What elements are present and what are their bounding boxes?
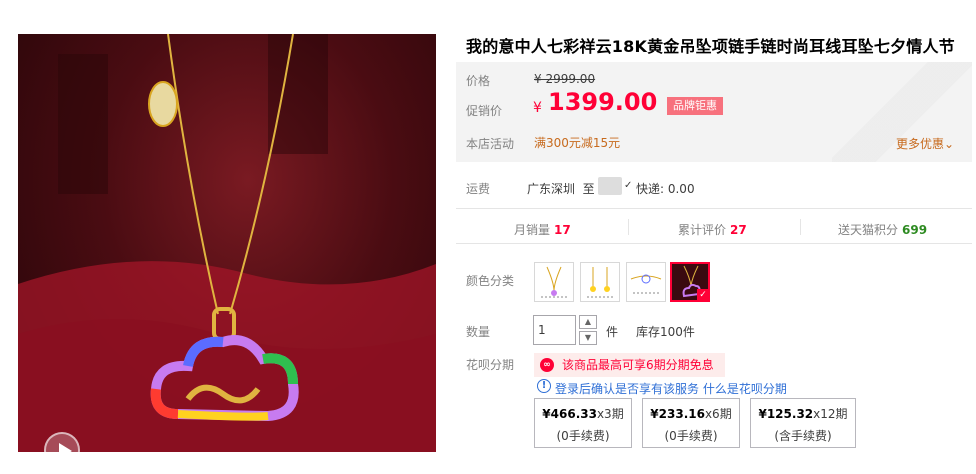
ship-from-city: 广东深圳 (527, 182, 576, 196)
tmall-points-count: 699 (902, 223, 928, 237)
quantity-input[interactable] (533, 315, 576, 345)
brand-discount-badge: 品牌钜惠 (667, 97, 723, 115)
plan-amount-line: ¥466.33x3期 (535, 405, 631, 422)
store-promo: 满300元减15元 (534, 136, 621, 150)
necklace-photo (18, 34, 436, 452)
stock-count: 库存100件 (636, 325, 695, 339)
installment-banner: 该商品最高可享6期分期免息 (534, 353, 725, 377)
info-icon: ! (537, 379, 551, 393)
sku-thumbnail (630, 274, 662, 294)
more-deals-label: 更多优惠 (896, 137, 945, 151)
plan-periods: x12期 (813, 407, 848, 421)
destination-selector[interactable] (598, 177, 622, 195)
plan-amount: ¥233.16 (650, 407, 705, 421)
sku-thumbnail (587, 267, 613, 298)
installment-plan-6[interactable]: ¥233.16x6期 (0手续费) (642, 398, 740, 448)
monthly-sales-count: 17 (554, 223, 571, 237)
sales-stats: 月销量 17 累计评价 27 送天猫积分 699 (456, 208, 972, 244)
product-image[interactable]: 🔍 (18, 34, 436, 452)
check-icon: ✓ (624, 180, 633, 191)
installment-plan-12[interactable]: ¥125.32x12期 (含手续费) (750, 398, 856, 448)
more-deals-link[interactable]: 更多优惠⌄ (896, 135, 954, 152)
plan-periods: x3期 (596, 407, 624, 421)
what-is-huabei-link[interactable]: 什么是花呗分期 (703, 382, 787, 396)
divider (628, 219, 629, 235)
tmall-points: 送天猫积分 699 (838, 221, 927, 238)
reviews-label: 累计评价 (678, 223, 727, 237)
monthly-sales: 月销量 17 (514, 221, 571, 238)
sku-option-3[interactable] (626, 262, 666, 302)
promo-price: 1399.00 (548, 88, 658, 116)
plan-fee: (0手续费) (556, 429, 610, 443)
sku-option-2[interactable] (580, 262, 620, 302)
store-activity-label: 本店活动 (466, 137, 515, 151)
plan-periods: x6期 (704, 407, 732, 421)
original-price: ¥ 2999.00 (534, 72, 596, 86)
installment-label: 花呗分期 (466, 358, 515, 372)
plan-amount: ¥466.33 (542, 407, 597, 421)
selected-check-icon: ✓ (697, 289, 709, 301)
tmall-points-label: 送天猫积分 (838, 223, 899, 237)
sku-thumbnail (541, 266, 567, 298)
shipping-fee: 快递: 0.00 (636, 182, 695, 196)
plan-amount-line: ¥233.16x6期 (643, 405, 739, 422)
reviews[interactable]: 累计评价 27 (678, 221, 747, 238)
ship-to-word: 至 (582, 182, 595, 196)
plan-fee: (0手续费) (664, 429, 718, 443)
currency-symbol: ¥ (533, 100, 542, 116)
shipping-label: 运费 (466, 182, 491, 196)
sku-option-4[interactable]: ✓ (670, 262, 710, 302)
plan-amount: ¥125.32 (758, 407, 814, 421)
sku-option-1[interactable] (534, 262, 574, 302)
quantity-decrease-button[interactable]: ▼ (579, 331, 597, 345)
reviews-count: 27 (730, 223, 747, 237)
color-options-label: 颜色分类 (466, 274, 515, 288)
product-title: 我的意中人七彩祥云18K黄金吊坠项链手链时尚耳线耳坠七夕情人节 (466, 37, 955, 56)
promo-price-label: 促销价 (466, 104, 503, 118)
price-label: 价格 (466, 74, 491, 88)
quantity-label: 数量 (466, 325, 491, 339)
quantity-increase-button[interactable]: ▲ (579, 315, 597, 329)
ship-from: 广东深圳 至 (527, 180, 595, 197)
plan-amount-line: ¥125.32x12期 (751, 405, 855, 422)
chevron-down-icon: ⌄ (944, 137, 955, 151)
login-tip: 登录后确认是否享有该服务 什么是花呗分期 (555, 380, 787, 397)
quantity-unit: 件 (606, 325, 619, 339)
plan-fee: (含手续费) (774, 429, 832, 443)
huabei-icon: ∞ (540, 358, 554, 372)
divider (800, 219, 801, 235)
login-tip-text: 登录后确认是否享有该服务 (555, 382, 700, 396)
monthly-sales-label: 月销量 (514, 223, 551, 237)
installment-plan-3[interactable]: ¥466.33x3期 (0手续费) (534, 398, 632, 448)
